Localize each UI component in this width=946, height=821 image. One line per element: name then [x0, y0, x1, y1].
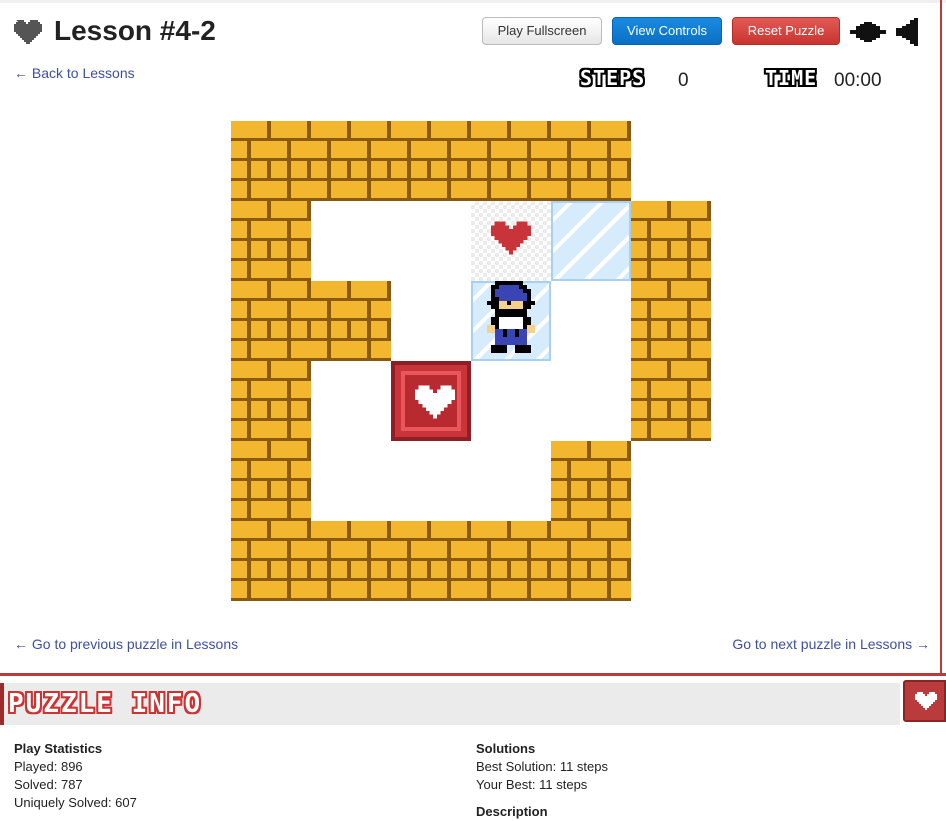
solved-count: Solved: 787 — [14, 777, 83, 792]
played-count: Played: 896 — [14, 759, 83, 774]
steps-value: 0 — [678, 70, 689, 91]
previous-puzzle-link[interactable]: ← Go to previous puzzle in Lessons — [14, 636, 238, 652]
goal-tile — [471, 201, 551, 281]
puzzle-board[interactable] — [231, 121, 711, 601]
description-heading: Description — [476, 804, 548, 819]
wall-tile — [311, 521, 391, 601]
heart-icon — [14, 20, 42, 44]
solutions-heading: Solutions — [476, 741, 536, 756]
wall-tile — [551, 121, 631, 201]
wall-tile — [311, 121, 391, 201]
time-value: 00:00 — [834, 70, 882, 91]
info-divider — [0, 673, 946, 676]
wall-tile — [631, 281, 711, 361]
next-puzzle-link[interactable]: Go to next puzzle in Lessons → — [732, 636, 930, 652]
wall-tile — [231, 201, 311, 281]
top-border — [0, 0, 946, 3]
reset-puzzle-button[interactable]: Reset Puzzle — [732, 17, 840, 45]
wall-tile — [231, 521, 311, 601]
wall-tile — [471, 121, 551, 201]
wall-tile — [551, 521, 631, 601]
play-fullscreen-button[interactable]: Play Fullscreen — [482, 17, 602, 45]
puzzle-info-title: PUZZLE INFO — [8, 689, 203, 719]
uniquely-solved-count: Uniquely Solved: 607 — [14, 795, 137, 810]
wall-tile — [631, 361, 711, 441]
wall-tile — [391, 121, 471, 201]
back-to-lessons-link[interactable]: ← Back to Lessons — [14, 65, 135, 81]
favorite-tab[interactable] — [903, 680, 946, 722]
best-solution: Best Solution: 11 steps — [476, 759, 609, 774]
solutions: Solutions Best Solution: 11 steps Your B… — [476, 740, 608, 821]
wall-tile — [231, 441, 311, 521]
time-label: TIME — [765, 66, 818, 90]
view-controls-button[interactable]: View Controls — [612, 17, 722, 45]
steps-label: STEPS — [580, 66, 646, 90]
wall-tile — [471, 521, 551, 601]
wall-tile — [391, 521, 471, 601]
wall-tile — [231, 361, 311, 441]
heart-icon — [915, 692, 937, 710]
wall-tile — [231, 281, 311, 361]
play-statistics-heading: Play Statistics — [14, 741, 103, 756]
heart-crate — [391, 361, 471, 441]
wall-tile — [231, 121, 311, 201]
wall-tile — [311, 281, 391, 361]
right-border — [940, 0, 942, 676]
music-icon[interactable] — [850, 22, 886, 42]
ice-tile — [551, 201, 631, 281]
page-title: Lesson #4-2 — [54, 15, 216, 46]
sound-icon[interactable] — [896, 18, 918, 46]
wall-tile — [631, 201, 711, 281]
play-statistics: Play Statistics Played: 896 Solved: 787 … — [14, 740, 137, 812]
your-best: Your Best: 11 steps — [476, 777, 588, 792]
wall-tile — [551, 441, 631, 521]
player-character — [479, 281, 543, 366]
